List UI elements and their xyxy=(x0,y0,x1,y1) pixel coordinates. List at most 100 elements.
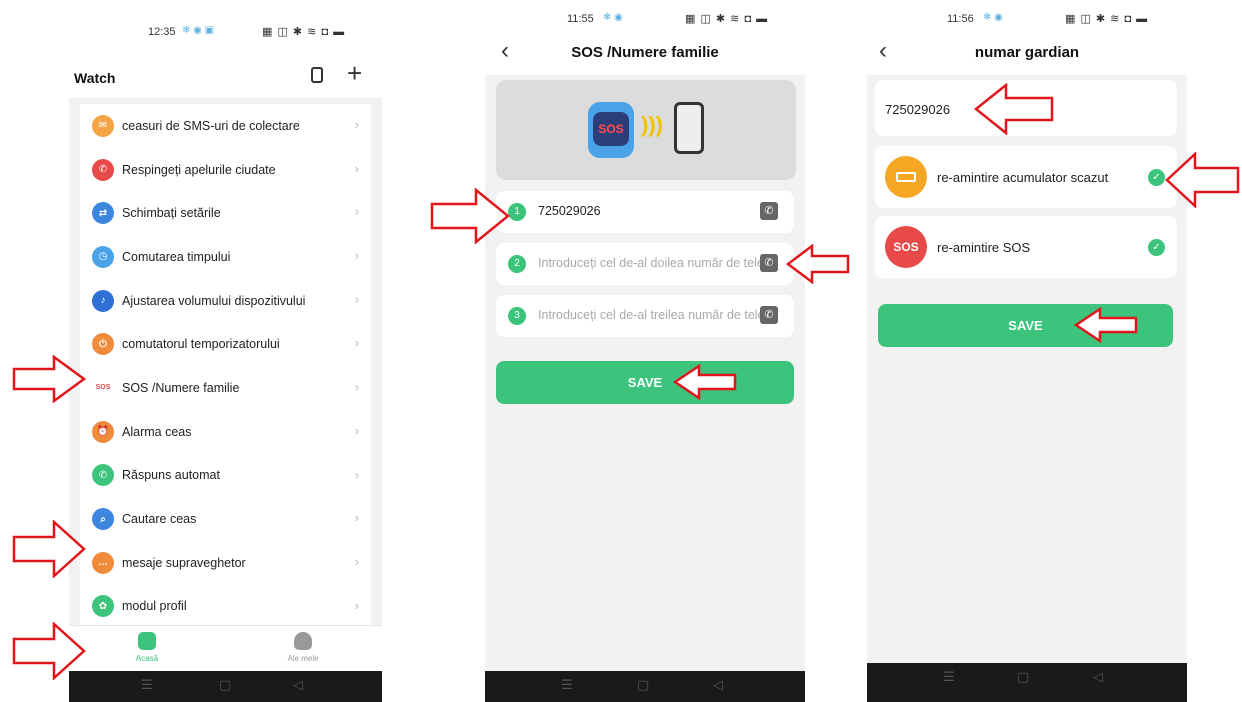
menu-item-label: Respingeți apelurile ciudate xyxy=(122,162,276,177)
sos-icon: SOS xyxy=(885,226,927,268)
sos-reminder-option[interactable]: SOS re-amintire SOS ✓ xyxy=(875,216,1177,278)
option-label: re-amintire acumulator scazut xyxy=(937,170,1109,185)
settings-toggle-icon: ⇄ xyxy=(92,202,114,225)
menu-item[interactable]: SOS SOS /Numere familie › xyxy=(80,366,371,410)
chevron-right-icon: › xyxy=(354,160,359,176)
back-nav-icon[interactable]: ◁ xyxy=(1093,669,1103,685)
settings-menu: ✉ ceasuri de SMS-uri de colectare › ✆ Respin… xyxy=(80,104,371,629)
notification-icons: ❄ ◉ ▣ xyxy=(182,25,215,36)
system-nav-bar: ☰ ▢ ◁ xyxy=(485,671,805,702)
phone-book-icon[interactable]: ✆ xyxy=(760,254,778,272)
sos-illustration-banner: SOS ))) xyxy=(496,80,796,180)
menu-item-label: Răspuns automat xyxy=(122,468,220,483)
status-bar: 12:35 ❄ ◉ ▣ ▦ ◫ ✱ ≋ ◘ ▬ xyxy=(69,8,382,52)
reject-call-icon: ✆ xyxy=(92,158,114,181)
notification-icons: ❄ ◉ xyxy=(983,12,1003,23)
sos-number-row-3[interactable]: 3 Introduceți cel de-al treilea număr de… xyxy=(496,295,794,337)
menu-item[interactable]: ✆ Respingeți apelurile ciudate › xyxy=(80,148,371,192)
sos-watch-face: SOS xyxy=(593,112,629,146)
home-nav-icon[interactable]: ▢ xyxy=(1017,669,1029,685)
status-bar: 11:55 ❄ ◉ ▦ ◫ ✱ ≋ ◘ ▬ xyxy=(485,8,805,35)
menu-item[interactable]: ⇄ Schimbați setările › xyxy=(80,191,371,235)
system-nav-bar: ☰ ▢ ◁ xyxy=(69,671,382,702)
menu-item[interactable]: ⌕ Cautare ceas › xyxy=(80,497,371,541)
save-button[interactable]: SAVE xyxy=(496,361,794,404)
flower-icon: ✿ xyxy=(92,595,114,618)
chevron-right-icon: › xyxy=(354,248,359,264)
phone-book-icon[interactable]: ✆ xyxy=(760,306,778,324)
app-header: ‹ numar gardian xyxy=(867,35,1187,75)
tab-profile[interactable]: Ale mele xyxy=(273,632,333,663)
menu-item[interactable]: ✆ Răspuns automat › xyxy=(80,454,371,498)
chat-icon: … xyxy=(92,551,114,574)
app-header: ‹ SOS /Numere familie xyxy=(485,35,805,75)
sos-number-input-1[interactable]: 725029026 xyxy=(538,204,760,218)
home-icon xyxy=(138,632,156,650)
menu-item-label: Comutarea timpului xyxy=(122,249,231,264)
chevron-right-icon: › xyxy=(354,553,359,569)
menu-item-label: Alarma ceas xyxy=(122,424,192,439)
watch-menu-screen: 12:35 ❄ ◉ ▣ ▦ ◫ ✱ ≋ ◘ ▬ Watch + ✉ ceasuri… xyxy=(69,8,382,702)
battery-icon xyxy=(885,156,927,198)
menu-item-label: modul profil xyxy=(122,599,187,614)
sos-numbers-screen: 11:55 ❄ ◉ ▦ ◫ ✱ ≋ ◘ ▬ ‹ SOS /Numere fami… xyxy=(485,8,805,702)
check-icon[interactable]: ✓ xyxy=(1148,239,1165,256)
chevron-right-icon: › xyxy=(354,291,359,307)
annotation-arrow-left xyxy=(673,364,737,400)
menu-item[interactable]: ✿ modul profil › xyxy=(80,585,371,629)
chevron-right-icon: › xyxy=(354,422,359,438)
number-index-badge: 1 xyxy=(508,203,526,221)
timer-icon: ⏻ xyxy=(92,333,114,356)
tab-home[interactable]: Acasă xyxy=(117,632,177,663)
home-nav-icon[interactable]: ▢ xyxy=(637,677,649,693)
menu-item-label: Schimbați setările xyxy=(122,206,221,221)
home-nav-icon[interactable]: ▢ xyxy=(219,677,231,693)
option-label: re-amintire SOS xyxy=(937,240,1031,255)
watch-icon[interactable] xyxy=(311,67,323,83)
menu-item[interactable]: ✉ ceasuri de SMS-uri de colectare › xyxy=(80,104,371,148)
tab-profile-label: Ale mele xyxy=(287,654,319,663)
annotation-arrow-right xyxy=(12,520,86,578)
menu-item[interactable]: ◷ Comutarea timpului › xyxy=(80,235,371,279)
chevron-right-icon: › xyxy=(354,335,359,351)
check-icon[interactable]: ✓ xyxy=(1148,169,1165,186)
system-icons: ▦ ◫ ✱ ≋ ◘ ▬ xyxy=(1065,13,1149,25)
status-time: 11:55 xyxy=(567,13,594,25)
menu-item-label: Ajustarea volumului dispozitivului xyxy=(122,293,306,308)
notification-icons: ❄ ◉ xyxy=(603,12,623,23)
search-watch-icon: ⌕ xyxy=(92,508,114,531)
menu-item-label: SOS /Numere familie xyxy=(122,380,240,395)
auto-answer-icon: ✆ xyxy=(92,464,114,487)
menu-item-label: comutatorul temporizatorului xyxy=(122,337,280,352)
menu-nav-icon[interactable]: ☰ xyxy=(943,669,955,685)
menu-item[interactable]: … mesaje supraveghetor › xyxy=(80,541,371,585)
sos-icon: SOS xyxy=(92,376,114,399)
sms-icon: ✉ xyxy=(92,114,114,137)
menu-item[interactable]: ♪ Ajustarea volumului dispozitivului › xyxy=(80,279,371,323)
system-nav-bar: ☰ ▢ ◁ xyxy=(867,663,1187,702)
menu-nav-icon[interactable]: ☰ xyxy=(561,677,573,693)
guardian-number-value: 725029026 xyxy=(885,102,951,117)
sos-number-input-3[interactable]: Introduceți cel de-al treilea număr de t… xyxy=(538,308,760,322)
chevron-right-icon: › xyxy=(354,379,359,395)
sos-number-row-1[interactable]: 1 725029026 ✆ xyxy=(496,191,794,233)
app-header: Watch + xyxy=(69,52,382,98)
sos-number-row-2[interactable]: 2 Introduceți cel de-al doilea număr de … xyxy=(496,243,794,285)
back-nav-icon[interactable]: ◁ xyxy=(293,677,303,693)
status-time: 11:56 xyxy=(947,13,974,25)
sos-number-input-2[interactable]: Introduceți cel de-al doilea număr de te… xyxy=(538,256,760,270)
menu-nav-icon[interactable]: ☰ xyxy=(141,677,153,693)
chevron-right-icon: › xyxy=(354,597,359,613)
menu-item-label: mesaje supraveghetor xyxy=(122,555,246,570)
profile-icon xyxy=(294,632,312,650)
annotation-arrow-left xyxy=(1074,307,1138,343)
back-nav-icon[interactable]: ◁ xyxy=(713,677,723,693)
tab-home-label: Acasă xyxy=(135,654,159,663)
mobile-phone-icon xyxy=(674,102,704,154)
menu-item[interactable]: ⏻ comutatorul temporizatorului › xyxy=(80,322,371,366)
phone-book-icon[interactable]: ✆ xyxy=(760,202,778,220)
low-battery-reminder-option[interactable]: re-amintire acumulator scazut ✓ xyxy=(875,146,1177,208)
menu-item[interactable]: ⏰ Alarma ceas › xyxy=(80,410,371,454)
chevron-right-icon: › xyxy=(354,466,359,482)
plus-icon[interactable]: + xyxy=(347,58,362,89)
